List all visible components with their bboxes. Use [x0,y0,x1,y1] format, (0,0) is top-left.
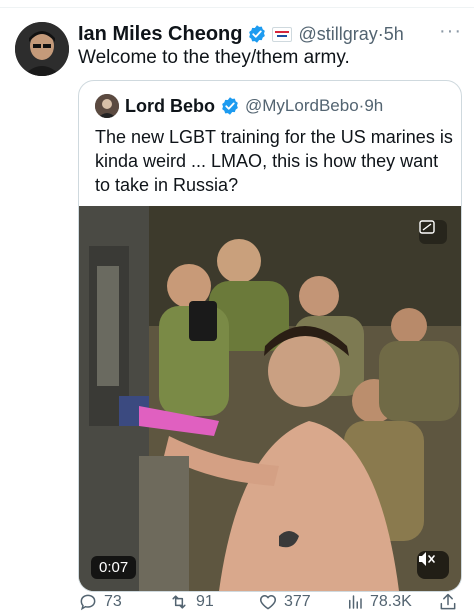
reply-button[interactable]: 73 [78,592,122,612]
divider [0,7,474,8]
quoted-handle: @MyLordBebo·9h [245,96,384,115]
verified-badge-icon [249,25,266,43]
like-icon [259,595,277,610]
quoted-avatar[interactable] [95,94,119,118]
view-count: 78.3K [370,593,412,610]
repost-icon [172,595,186,609]
author-handle-text: @stillgray [298,23,378,44]
mute-button[interactable] [417,551,449,579]
reply-count: 73 [104,593,122,610]
video-player[interactable]: 0:07 [79,206,461,591]
quoted-tweet[interactable]: Lord Bebo @MyLordBebo·9h The new LGBT tr… [78,80,462,592]
repost-button[interactable]: 91 [168,592,214,612]
tweet-text: Welcome to the they/them army. [78,47,350,68]
mute-icon [419,552,435,566]
views-icon [349,595,362,609]
action-bar: 73 91 377 78.3K [78,592,464,616]
quoted-time: 9h [364,96,384,115]
author-handle[interactable]: @stillgray·5h [298,24,403,45]
views-button[interactable]: 78.3K [346,592,412,612]
quoted-text: The new LGBT training for the US marines… [95,127,453,195]
like-button[interactable]: 377 [258,592,311,612]
verified-badge-icon [222,97,238,115]
video-timestamp: 0:07 [91,556,137,579]
author-avatar[interactable] [15,22,69,76]
video-frame [79,206,461,591]
tweet-header: Ian Miles Cheong @stillgray·5h [78,22,404,46]
quoted-handle-text: @MyLordBebo [245,96,359,115]
quoted-header: Lord Bebo @MyLordBebo·9h [95,93,383,119]
flag-icon [272,26,293,42]
repost-count: 91 [196,593,214,610]
author-name[interactable]: Ian Miles Cheong [78,23,242,46]
reply-icon [80,594,96,611]
quoted-name: Lord Bebo [125,95,215,116]
tweet-time: 5h [383,23,404,44]
more-icon[interactable]: ··· [439,20,462,43]
share-icon [440,593,456,610]
share-button[interactable] [438,592,458,612]
like-count: 377 [284,593,311,610]
gif-icon[interactable] [419,220,447,244]
